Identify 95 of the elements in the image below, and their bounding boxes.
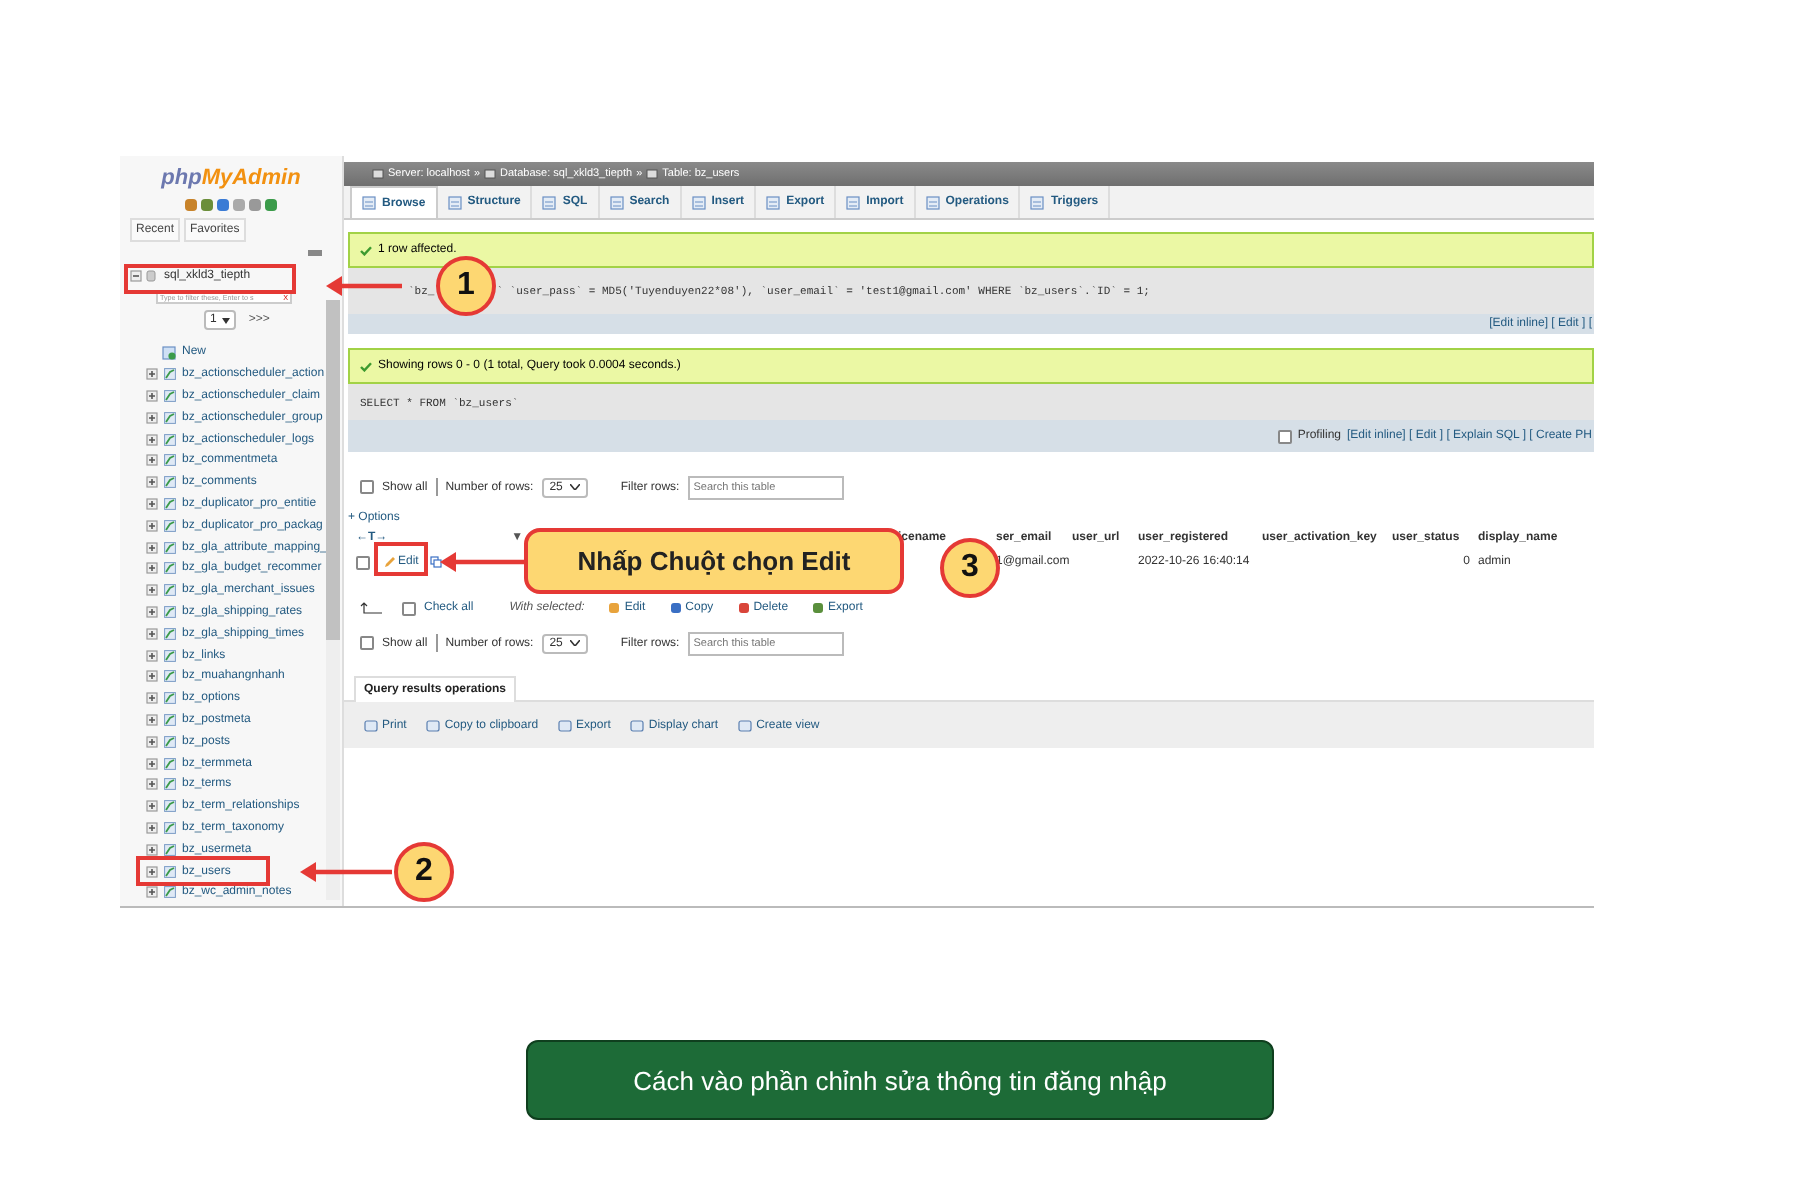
table-icon: [164, 886, 176, 899]
expand-icon[interactable]: [146, 454, 158, 467]
checkbox[interactable]: [402, 601, 416, 615]
expand-icon[interactable]: [146, 821, 158, 834]
expand-icon[interactable]: [146, 735, 158, 748]
caption: Cách vào phần chỉnh sửa thông tin đăng nhập: [526, 1040, 1274, 1120]
database-icon: [146, 270, 156, 282]
table-icon: [164, 692, 176, 705]
table-icon: [164, 800, 176, 813]
table-icon: [164, 541, 176, 554]
table-icon: [164, 519, 176, 532]
scrollbar[interactable]: [326, 300, 340, 900]
action-icon: [812, 602, 825, 614]
logo: phpMyAdmin: [159, 166, 303, 190]
caret-icon: [222, 317, 231, 323]
expand-icon[interactable]: [146, 541, 158, 554]
tab-icon: [362, 196, 376, 210]
expand-icon[interactable]: [146, 649, 158, 662]
action-icon: [558, 719, 573, 731]
action-icon: [737, 602, 750, 614]
action-icon: [426, 719, 441, 731]
action-icon: [364, 719, 378, 731]
checkbox[interactable]: [360, 480, 374, 494]
expand-icon[interactable]: [146, 627, 158, 640]
select-arrow-icon: [360, 602, 382, 614]
tab-icon: [846, 195, 861, 209]
arrow: [326, 274, 402, 298]
table-icon: [164, 757, 176, 770]
collapse-icon[interactable]: [308, 250, 322, 258]
expand-icon[interactable]: [146, 670, 158, 683]
expand-icon[interactable]: [146, 433, 158, 446]
expand-icon[interactable]: [146, 497, 158, 510]
tab-icon: [925, 195, 940, 209]
copy-icon[interactable]: [430, 556, 443, 568]
new-table-icon: [162, 345, 176, 360]
expand-icon[interactable]: [146, 865, 158, 878]
expand-icon[interactable]: [146, 584, 158, 597]
table-icon: [164, 476, 176, 489]
checkbox[interactable]: [360, 636, 374, 650]
expand-icon[interactable]: [146, 843, 158, 856]
table-icon: [164, 368, 176, 381]
expand-icon[interactable]: [146, 713, 158, 726]
table-icon: [164, 735, 176, 748]
table-icon: [164, 778, 176, 791]
tab-icon: [447, 195, 462, 209]
highlight-frame: [374, 542, 428, 576]
caret-icon: [570, 640, 581, 646]
table-icon: [164, 411, 176, 424]
expand-icon[interactable]: [146, 605, 158, 618]
expand-icon[interactable]: [146, 800, 158, 813]
tab-icon: [609, 195, 624, 209]
caret-icon: [570, 484, 581, 490]
pencil-icon: [384, 556, 396, 568]
table-icon: [164, 713, 176, 726]
action-icon: [738, 719, 753, 731]
checkbox[interactable]: [1277, 429, 1292, 443]
expand-icon[interactable]: [146, 692, 158, 705]
table-icon: [164, 649, 176, 662]
expand-icon[interactable]: [146, 562, 158, 575]
table-icon: [164, 433, 176, 446]
tab-icon: [691, 195, 706, 209]
table-icon: [164, 843, 176, 856]
expand-icon[interactable]: [146, 778, 158, 791]
action-icon: [669, 602, 682, 614]
checkbox[interactable]: [356, 555, 370, 569]
expand-icon[interactable]: [146, 476, 158, 489]
expand-icon[interactable]: [146, 886, 158, 899]
collapse-icon[interactable]: [130, 270, 142, 282]
action-icon: [608, 602, 621, 614]
table-icon: [164, 584, 176, 597]
table-icon: [164, 670, 176, 683]
table-icon: [164, 627, 176, 640]
table-icon: [164, 821, 176, 834]
expand-icon[interactable]: [146, 389, 158, 402]
table-icon: [164, 865, 176, 878]
crumb-icon: [484, 168, 497, 180]
crumb-icon: [372, 168, 384, 180]
expand-icon[interactable]: [146, 411, 158, 424]
table-icon: [164, 562, 176, 575]
table-icon: [164, 454, 176, 467]
expand-icon[interactable]: [146, 519, 158, 532]
tab-icon: [766, 195, 781, 209]
table-icon: [164, 389, 176, 402]
arrow: [300, 860, 392, 884]
tab-icon: [542, 195, 557, 209]
table-icon: [164, 497, 176, 510]
action-icon: [630, 719, 645, 731]
tab-icon: [1030, 195, 1045, 209]
table-icon: [164, 605, 176, 618]
expand-icon[interactable]: [146, 368, 158, 381]
check-icon: [360, 361, 372, 371]
expand-icon[interactable]: [146, 757, 158, 770]
crumb-icon: [646, 168, 659, 180]
highlight-frame: [136, 856, 270, 886]
check-icon: [360, 245, 372, 255]
